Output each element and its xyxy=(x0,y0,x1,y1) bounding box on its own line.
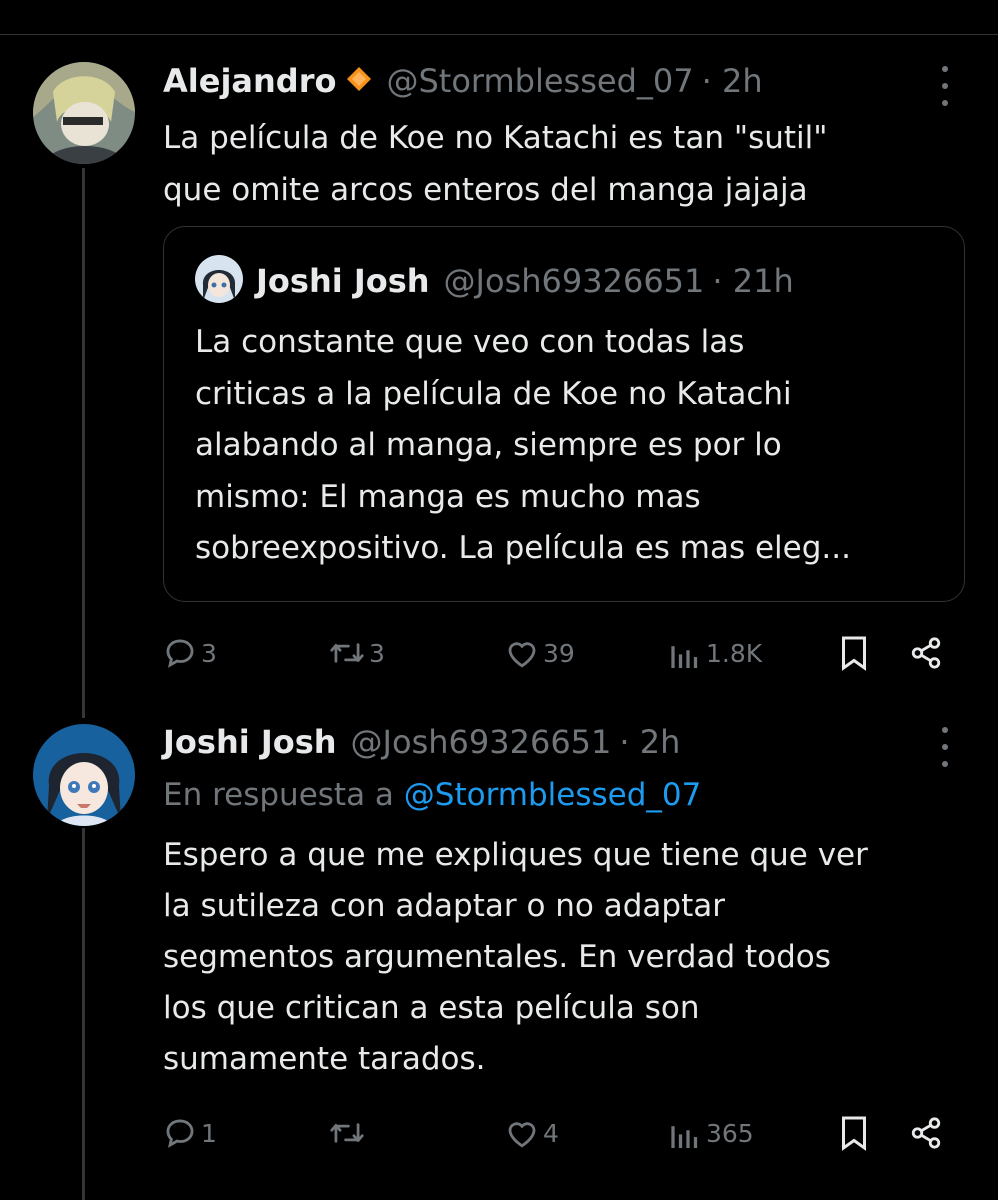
views-count: 1.8K xyxy=(706,638,763,668)
author-name[interactable]: Alejandro xyxy=(163,62,336,100)
like-button[interactable]: 4 xyxy=(505,1113,559,1153)
views-count: 365 xyxy=(706,1118,754,1148)
reply-count: 3 xyxy=(201,638,217,668)
tweet-text-line: la sutileza con adaptar o no adaptar xyxy=(163,888,725,924)
like-count: 4 xyxy=(543,1118,559,1148)
bookmark-button[interactable] xyxy=(839,633,869,673)
tweet-text-line: Espero a que me expliques que tiene que … xyxy=(163,837,868,873)
quote-text: La constante que veo con todas las criti… xyxy=(195,317,851,575)
heart-icon xyxy=(508,1122,536,1148)
verified-badge-icon xyxy=(346,62,372,100)
tweet-text-line: segmentos argumentales. En verdad todos xyxy=(163,939,831,975)
reply-button[interactable]: 3 xyxy=(163,633,217,673)
quote-text-line: La constante que veo con todas las xyxy=(195,324,745,360)
tweet-header: Alejandro @Stormblessed_07 · 2h xyxy=(163,62,763,100)
avatar-alejandro[interactable] xyxy=(33,62,135,164)
thread-line xyxy=(82,168,85,718)
quote-author-handle: @Josh69326651 xyxy=(443,262,705,300)
repost-button[interactable]: 3 xyxy=(329,633,385,673)
bookmark-icon xyxy=(842,636,866,671)
author-handle[interactable]: @Josh69326651 xyxy=(351,723,612,761)
views-button[interactable]: 1.8K xyxy=(668,633,762,673)
author-name[interactable]: Joshi Josh xyxy=(163,723,337,761)
tweet-header: Joshi Josh @Josh69326651 · 2h xyxy=(163,723,680,761)
repost-button[interactable] xyxy=(329,1113,369,1153)
tweet-actions: 1 4 365 xyxy=(163,1113,953,1153)
reply-icon xyxy=(166,639,194,668)
views-icon xyxy=(671,646,698,668)
quote-text-line: alabando al manga, siempre es por lo xyxy=(195,427,782,463)
quote-avatar xyxy=(195,255,243,303)
repost-icon xyxy=(330,1123,364,1143)
avatar-joshi-josh[interactable] xyxy=(33,724,135,826)
reply-to-link[interactable]: @Stormblessed_07 xyxy=(404,777,702,813)
like-button[interactable]: 39 xyxy=(505,633,575,673)
reply-icon xyxy=(166,1119,194,1148)
more-options-icon[interactable] xyxy=(933,66,957,106)
quote-text-line: criticas a la película de Koe no Katachi xyxy=(195,375,792,412)
tweet-text-line: los que critican a esta película son xyxy=(163,990,700,1026)
tweet-text-line: que omite arcos enteros del manga jajaja xyxy=(163,172,808,208)
tweet-text: La película de Koe no Katachi es tan "su… xyxy=(163,112,828,216)
quote-text-line: sobreexpositivo. La película es mas eleg… xyxy=(195,530,851,566)
reply-button[interactable]: 1 xyxy=(163,1113,217,1153)
thread-line xyxy=(82,828,85,1200)
repost-icon xyxy=(330,643,364,663)
bookmark-button[interactable] xyxy=(839,1113,869,1153)
timestamp[interactable]: · 2h xyxy=(702,62,763,100)
tweet-text-line: La película de Koe no Katachi es tan "su… xyxy=(163,120,828,156)
like-count: 39 xyxy=(543,638,575,668)
views-button[interactable]: 365 xyxy=(668,1113,754,1153)
more-options-icon[interactable] xyxy=(933,727,957,767)
tweet-text-line: sumamente tarados. xyxy=(163,1041,486,1077)
repost-count: 3 xyxy=(369,638,385,668)
top-divider xyxy=(0,34,998,35)
quote-header: Joshi Josh @Josh69326651 · 21h xyxy=(256,262,794,300)
share-icon xyxy=(911,1117,941,1149)
reply-prefix: En respuesta a xyxy=(163,777,394,813)
quote-text-line: mismo: El manga es mucho mas xyxy=(195,478,701,515)
reply-count: 1 xyxy=(201,1118,217,1148)
tweet-actions: 3 3 39 1.8K xyxy=(163,633,953,673)
bookmark-icon xyxy=(842,1116,866,1151)
quote-author-name: Joshi Josh xyxy=(256,262,430,300)
tweet-text: Espero a que me expliques que tiene que … xyxy=(163,830,868,1085)
author-handle[interactable]: @Stormblessed_07 xyxy=(386,62,693,100)
share-button[interactable] xyxy=(909,633,943,673)
views-icon xyxy=(671,1126,698,1148)
heart-icon xyxy=(508,642,536,668)
quote-timestamp: · 21h xyxy=(712,262,794,300)
share-button[interactable] xyxy=(909,1113,943,1153)
reply-context: En respuesta a @Stormblessed_07 xyxy=(163,777,701,813)
timestamp[interactable]: · 2h xyxy=(619,723,680,761)
share-icon xyxy=(911,637,941,669)
